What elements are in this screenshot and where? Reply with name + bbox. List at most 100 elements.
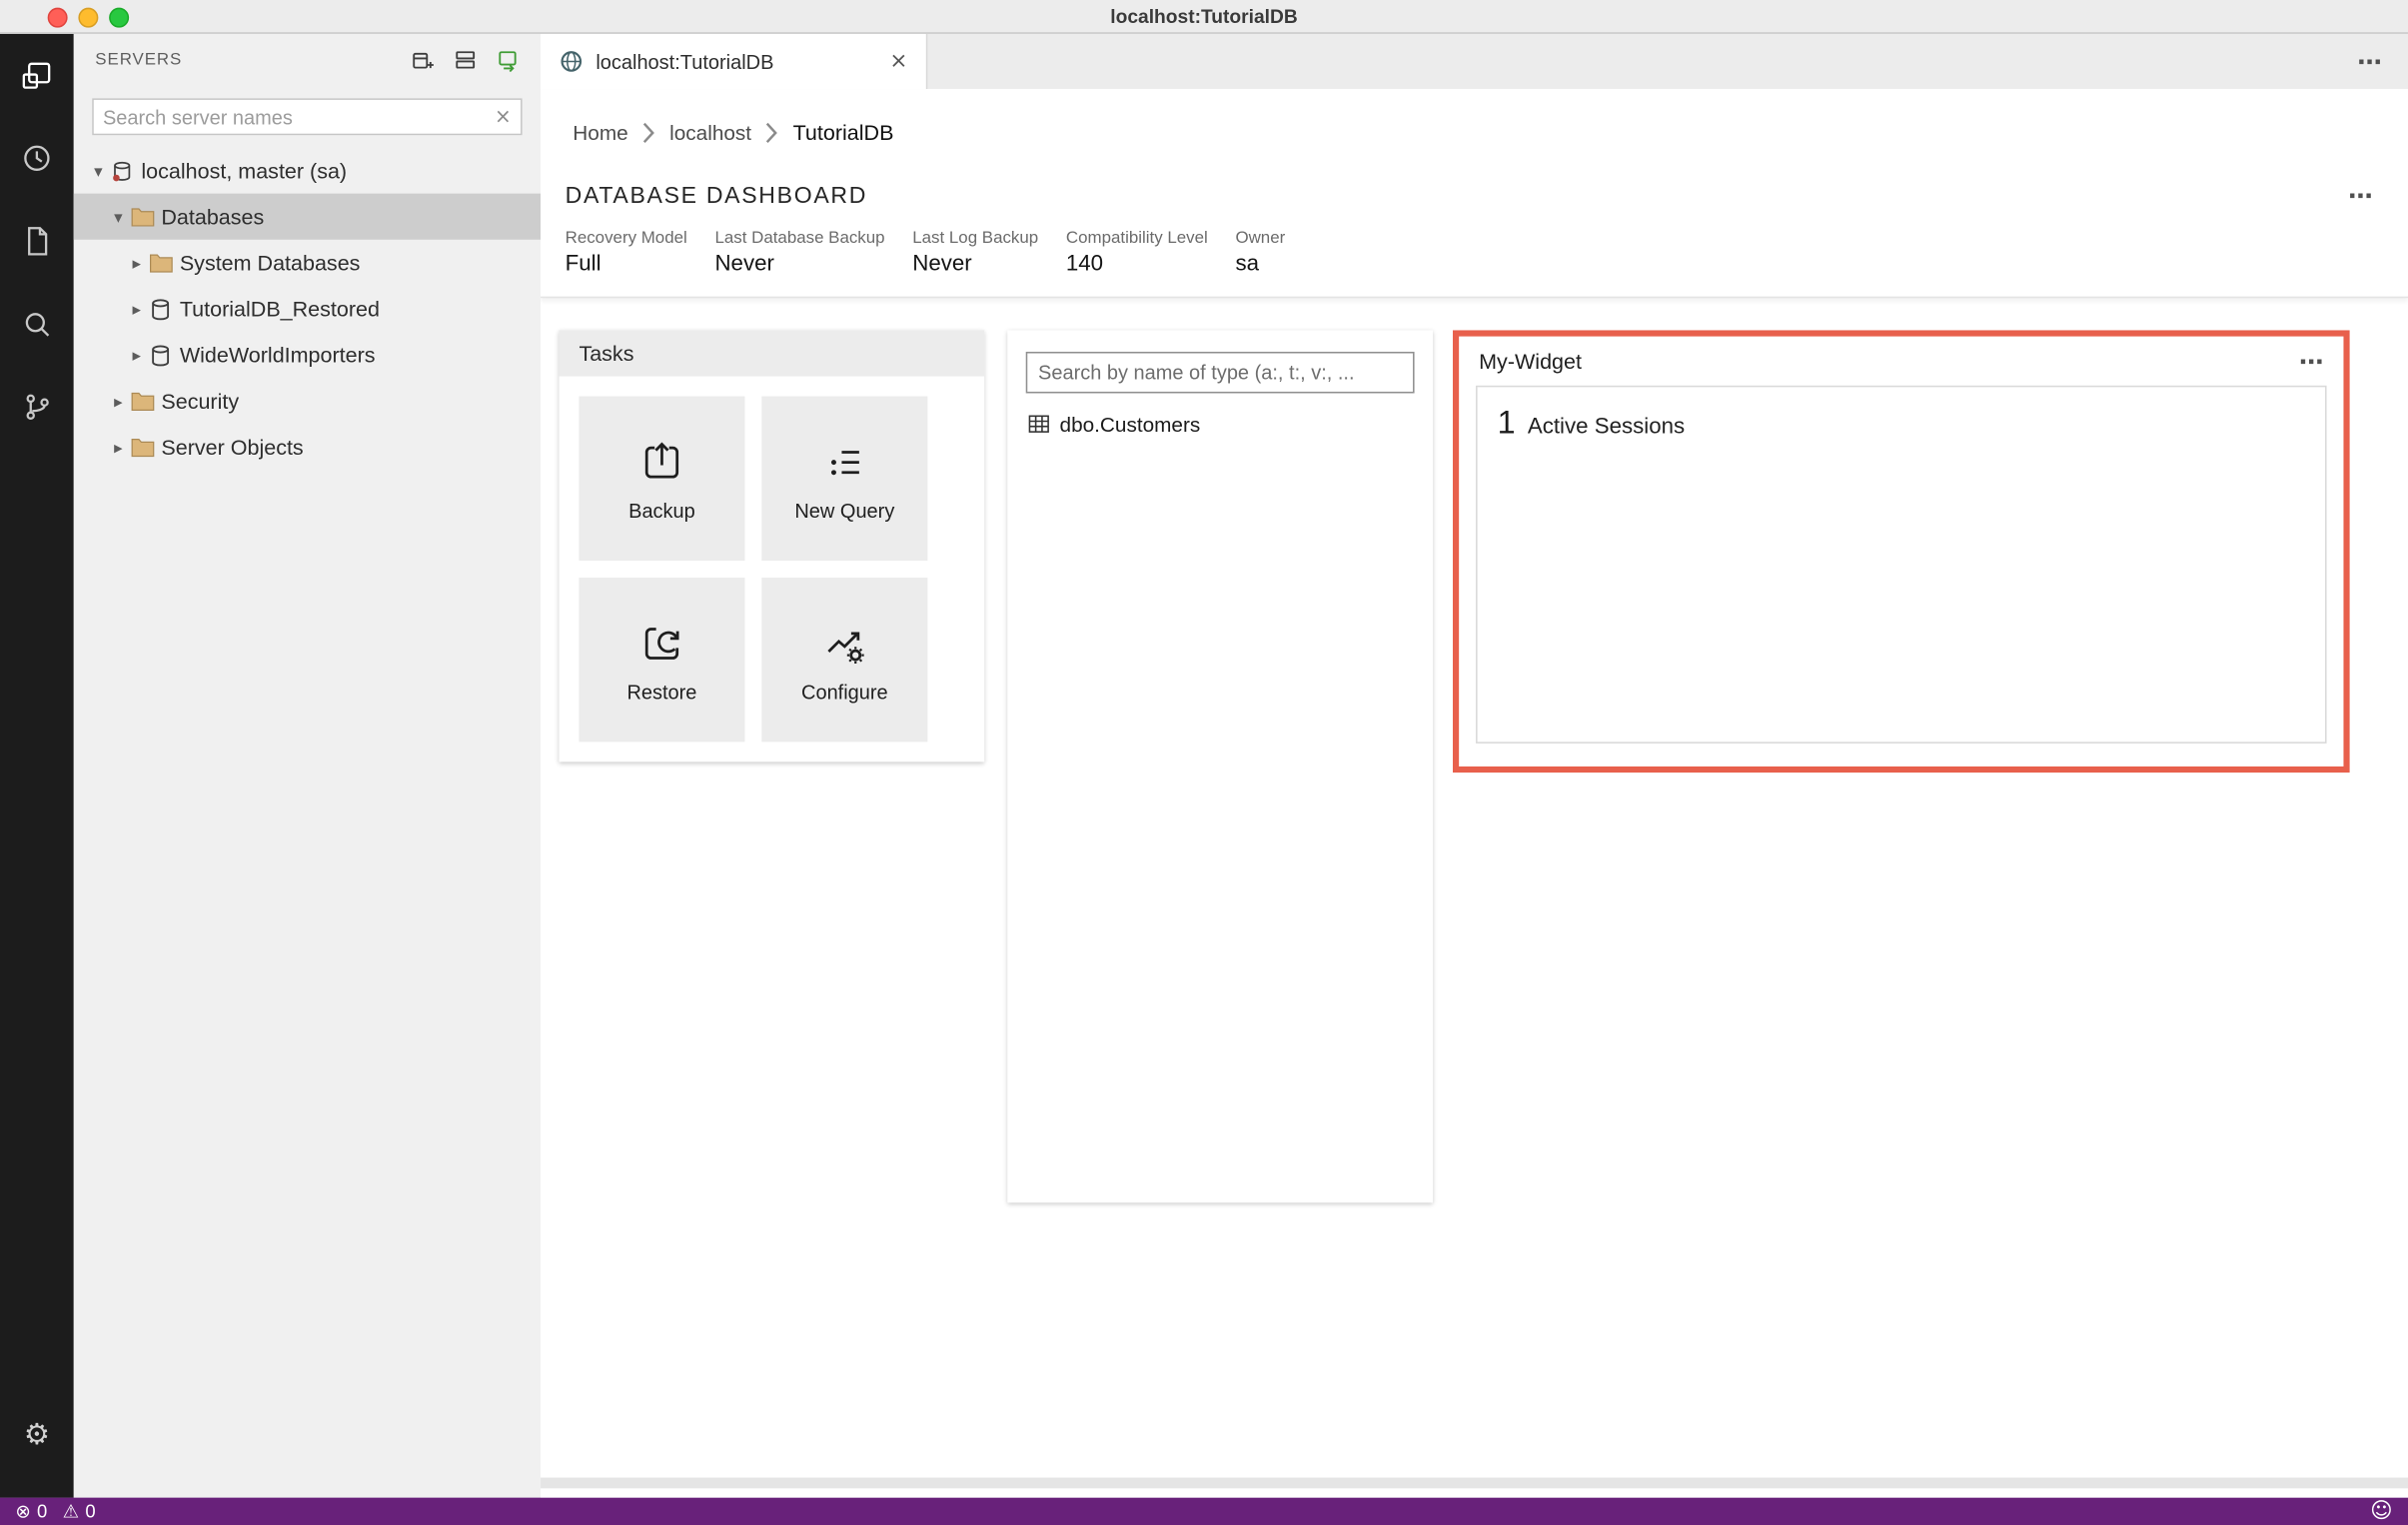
object-item-label: dbo.Customers bbox=[1059, 412, 1201, 436]
task-configure-button[interactable]: Configure bbox=[761, 577, 928, 743]
sidebar-title: SERVERS bbox=[95, 50, 183, 70]
new-connection-button[interactable] bbox=[409, 46, 437, 74]
minimize-window-button[interactable] bbox=[78, 6, 99, 27]
task-label: Backup bbox=[628, 498, 695, 522]
tab-title: localhost:TutorialDB bbox=[596, 49, 774, 74]
feedback-smiley-icon[interactable]: ☺ bbox=[2370, 1499, 2392, 1524]
server-search-input[interactable] bbox=[102, 105, 489, 129]
settings-gear-button[interactable]: ⚙ bbox=[0, 1393, 74, 1476]
tree-item-label: System Databases bbox=[179, 250, 361, 276]
object-search-box bbox=[1025, 351, 1415, 394]
folder-icon bbox=[149, 252, 180, 274]
property-last-log-backup: Last Log Backup Never bbox=[912, 229, 1038, 277]
new-query-icon bbox=[818, 436, 870, 488]
warning-icon: ⚠ bbox=[62, 1500, 80, 1523]
database-icon bbox=[149, 344, 180, 367]
connections-activity-button[interactable] bbox=[0, 34, 74, 117]
horizontal-scrollbar[interactable] bbox=[541, 1477, 2408, 1489]
dashboard-title: DATABASE DASHBOARD bbox=[565, 182, 868, 209]
traffic-lights bbox=[47, 6, 130, 27]
new-server-group-button[interactable] bbox=[452, 46, 480, 74]
source-control-icon bbox=[20, 390, 54, 424]
tasks-grid: Backup New Query Restore Configure bbox=[559, 377, 984, 762]
tree-item-label: TutorialDB_Restored bbox=[179, 296, 380, 322]
task-backup-button[interactable]: Backup bbox=[579, 396, 745, 562]
chevron-right-icon[interactable]: ▸ bbox=[124, 299, 149, 319]
clear-search-icon[interactable]: × bbox=[489, 105, 512, 128]
active-connections-icon bbox=[496, 48, 521, 73]
active-sessions-label: Active Sessions bbox=[1527, 414, 1686, 440]
task-label: New Query bbox=[794, 498, 895, 522]
problems-errors[interactable]: ⊗ 0 bbox=[15, 1501, 47, 1523]
table-icon bbox=[1027, 413, 1050, 435]
my-widget-more-actions-icon[interactable]: ⋯ bbox=[2299, 347, 2325, 376]
tree-item-databases[interactable]: ▾ Databases bbox=[73, 193, 542, 240]
task-new-query-button[interactable]: New Query bbox=[761, 396, 928, 562]
property-value: sa bbox=[1235, 252, 1260, 277]
server-icon bbox=[111, 159, 142, 182]
tree-item-wideworldimporters[interactable]: ▸ WideWorldImporters bbox=[74, 332, 541, 378]
folder-icon bbox=[131, 437, 162, 459]
new-server-group-icon bbox=[453, 48, 478, 73]
chevron-right-icon[interactable]: ▸ bbox=[106, 391, 131, 411]
search-activity-button[interactable] bbox=[0, 283, 74, 366]
my-widget: My-Widget ⋯ 1 Active Sessions bbox=[1459, 337, 2343, 744]
task-restore-button[interactable]: Restore bbox=[579, 577, 745, 743]
chevron-right-icon[interactable]: ▸ bbox=[124, 253, 149, 273]
tree-item-security[interactable]: ▸ Security bbox=[74, 378, 541, 424]
dashboard-more-actions-icon[interactable]: ⋯ bbox=[2348, 181, 2374, 210]
file-icon bbox=[20, 224, 54, 258]
object-item-dbo-customers[interactable]: dbo.Customers bbox=[1007, 407, 1433, 441]
property-value: Full bbox=[565, 252, 602, 277]
problems-warnings[interactable]: ⚠ 0 bbox=[63, 1501, 96, 1523]
file-activity-button[interactable] bbox=[0, 200, 74, 283]
tab-close-icon[interactable]: × bbox=[886, 49, 910, 74]
restore-icon bbox=[635, 617, 687, 669]
task-label: Configure bbox=[801, 680, 888, 704]
task-history-activity-button[interactable] bbox=[0, 117, 74, 200]
editor-more-actions-icon[interactable]: ⋯ bbox=[2357, 47, 2383, 76]
database-properties: Recovery Model Full Last Database Backup… bbox=[566, 229, 2408, 277]
dashboard-title-row: DATABASE DASHBOARD ⋯ bbox=[566, 180, 2375, 211]
servers-tree: ▾ localhost, master (sa) ▾ Databases ▸ S… bbox=[73, 148, 542, 471]
property-owner: Owner sa bbox=[1235, 229, 1285, 277]
tree-item-system-databases[interactable]: ▸ System Databases bbox=[74, 240, 541, 286]
zoom-window-button[interactable] bbox=[109, 6, 130, 27]
editor-tab[interactable]: localhost:TutorialDB × bbox=[541, 33, 928, 90]
workbench: ⚙ SERVERS Search server names × ▾ localh… bbox=[0, 33, 2408, 1498]
my-widget-title: My-Widget bbox=[1479, 348, 1582, 374]
dashboard-header-block: Home localhost TutorialDB DATABASE DASHB… bbox=[541, 89, 2408, 299]
tree-item-tutorialdb-restored[interactable]: ▸ TutorialDB_Restored bbox=[74, 286, 541, 332]
chevron-down-icon[interactable]: ▾ bbox=[86, 161, 111, 181]
property-label: Last Database Backup bbox=[714, 229, 885, 248]
tree-item-server-objects[interactable]: ▸ Server Objects bbox=[74, 424, 541, 470]
object-search-input[interactable] bbox=[1038, 361, 1403, 385]
chevron-down-icon[interactable]: ▾ bbox=[106, 207, 131, 227]
macos-titlebar: localhost:TutorialDB bbox=[0, 0, 2408, 34]
tasks-widget-header: Tasks bbox=[559, 330, 985, 377]
property-value: Never bbox=[912, 252, 972, 277]
sidebar-header-actions bbox=[409, 46, 523, 74]
sidebar-header: SERVERS bbox=[74, 34, 541, 86]
active-connections-button[interactable] bbox=[495, 46, 523, 74]
my-widget-highlight: My-Widget ⋯ 1 Active Sessions bbox=[1453, 330, 2350, 773]
tab-strip: localhost:TutorialDB × ⋯ bbox=[541, 33, 2408, 90]
property-label: Compatibility Level bbox=[1065, 229, 1208, 248]
close-window-button[interactable] bbox=[47, 6, 68, 27]
configure-icon bbox=[818, 617, 870, 669]
tree-item-localhost[interactable]: ▾ localhost, master (sa) bbox=[74, 148, 541, 194]
tasks-widget-title: Tasks bbox=[579, 341, 634, 366]
source-control-activity-button[interactable] bbox=[0, 366, 74, 449]
breadcrumb-home[interactable]: Home bbox=[573, 121, 627, 144]
breadcrumb-tutorialdb[interactable]: TutorialDB bbox=[793, 120, 894, 145]
window-title: localhost:TutorialDB bbox=[1110, 5, 1298, 27]
my-widget-header: My-Widget ⋯ bbox=[1459, 337, 2343, 386]
breadcrumb-localhost[interactable]: localhost bbox=[669, 121, 751, 144]
chevron-right-icon[interactable]: ▸ bbox=[124, 345, 149, 365]
task-history-icon bbox=[20, 141, 54, 175]
tree-item-label: Server Objects bbox=[161, 434, 304, 460]
chevron-right-icon[interactable]: ▸ bbox=[106, 437, 131, 457]
breadcrumb: Home localhost TutorialDB bbox=[573, 115, 2408, 149]
property-value: Never bbox=[714, 252, 774, 277]
servers-sidebar: SERVERS Search server names × ▾ localhos… bbox=[73, 33, 542, 1498]
